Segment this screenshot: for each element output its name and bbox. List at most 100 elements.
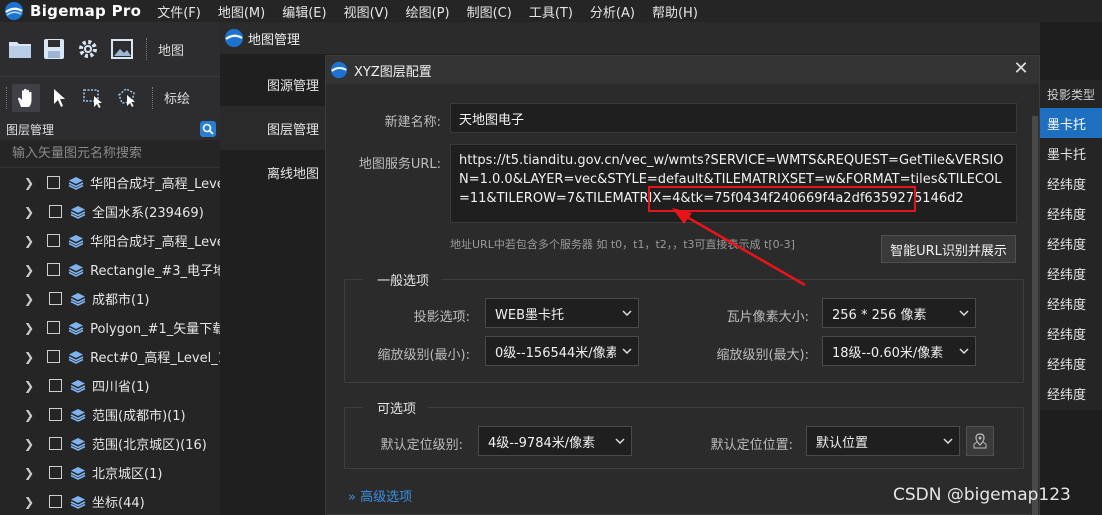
save-button[interactable] xyxy=(40,35,68,63)
layer-search-input[interactable] xyxy=(12,146,208,161)
expand-arrow-icon[interactable]: ❯ xyxy=(24,321,34,335)
tile-size-select[interactable]: 256 * 256 像素 xyxy=(822,298,976,328)
default-position-select[interactable]: 默认位置 xyxy=(806,426,960,456)
close-icon[interactable]: ✕ xyxy=(1011,60,1031,80)
projection-type-cell[interactable]: 经纬度 xyxy=(1040,258,1102,288)
layer-checkbox[interactable] xyxy=(49,495,62,508)
projection-type-cell[interactable]: 经纬度 xyxy=(1040,288,1102,318)
image-button[interactable] xyxy=(108,35,136,63)
advanced-options-link[interactable]: » 高级选项 xyxy=(348,486,412,505)
polygon-select-button[interactable] xyxy=(114,84,142,112)
layers-icon xyxy=(70,437,86,451)
default-level-select[interactable]: 4级--9784米/像素 xyxy=(478,426,632,456)
layer-tree-item[interactable]: ❯ 北京城区(1) xyxy=(0,458,220,487)
toolbar-plot-label[interactable]: 标绘 xyxy=(164,88,190,107)
save-icon xyxy=(44,39,64,59)
layer-tree-item[interactable]: ❯ 华阳合成圩_高程_Level_ xyxy=(0,226,220,255)
expand-arrow-icon[interactable]: ❯ xyxy=(24,176,34,190)
expand-arrow-icon[interactable]: ❯ xyxy=(24,350,34,364)
layer-checkbox[interactable] xyxy=(47,350,61,363)
layer-tree-item[interactable]: ❯ 华阳合成圩_高程_Level_ xyxy=(0,168,220,197)
layers-icon xyxy=(68,321,84,335)
expand-arrow-icon[interactable]: ❯ xyxy=(24,408,36,422)
default-position-label: 默认定位位置: xyxy=(710,438,793,453)
name-label: 新建名称: xyxy=(384,115,441,130)
menu-analysis[interactable]: 分析(A) xyxy=(590,2,635,21)
layer-tree-item[interactable]: ❯ 范围(北京城区)(16) xyxy=(0,429,220,458)
nav-offline-map[interactable]: 离线地图 xyxy=(220,150,326,194)
layer-checkbox[interactable] xyxy=(49,292,62,305)
layer-checkbox[interactable] xyxy=(49,379,62,392)
layer-name: 坐标(44) xyxy=(92,496,145,511)
pan-tool-button[interactable] xyxy=(12,83,40,112)
layer-checkbox[interactable] xyxy=(49,437,62,450)
menu-map[interactable]: 地图(M) xyxy=(218,2,265,21)
cursor-arrow-icon xyxy=(54,88,65,107)
menu-edit[interactable]: 编辑(E) xyxy=(282,2,326,21)
expand-arrow-icon[interactable]: ❯ xyxy=(24,205,36,219)
layer-checkbox[interactable] xyxy=(47,234,61,247)
layer-tree-item[interactable]: ❯ 四川省(1) xyxy=(0,371,220,400)
expand-arrow-icon[interactable]: ❯ xyxy=(24,234,34,248)
settings-button[interactable] xyxy=(74,35,102,63)
projection-type-cell[interactable]: 经纬度 xyxy=(1040,348,1102,378)
layer-search-button[interactable] xyxy=(200,121,216,137)
pick-location-button[interactable] xyxy=(966,426,994,456)
projection-type-cell[interactable]: 经纬度 xyxy=(1040,228,1102,258)
expand-arrow-icon[interactable]: ❯ xyxy=(24,437,36,451)
layer-checkbox[interactable] xyxy=(49,466,62,479)
expand-arrow-icon[interactable]: ❯ xyxy=(24,379,36,393)
projection-type-column: 投影类型 墨卡托 墨卡托 经纬度 经纬度 经纬度 经纬度 经纬度 经纬度 经纬度… xyxy=(1040,80,1102,410)
menu-help[interactable]: 帮助(H) xyxy=(652,2,698,21)
open-folder-button[interactable] xyxy=(6,35,34,63)
layer-name: 北京城区(1) xyxy=(92,467,163,482)
menu-file[interactable]: 文件(F) xyxy=(157,2,201,21)
projection-type-cell[interactable]: 经纬度 xyxy=(1040,378,1102,408)
zoom-max-select[interactable]: 18级--0.60米/像素 xyxy=(822,336,976,366)
layer-name: 全国水系(239469) xyxy=(92,206,204,221)
expand-arrow-icon[interactable]: ❯ xyxy=(24,292,36,306)
expand-arrow-icon[interactable]: ❯ xyxy=(24,495,36,509)
toolbar-map-label[interactable]: 地图 xyxy=(158,40,184,59)
smart-url-button[interactable]: 智能URL识别并展示 xyxy=(881,235,1016,263)
select-tool-button[interactable] xyxy=(46,84,74,112)
chevron-down-icon xyxy=(937,427,959,455)
layer-checkbox[interactable] xyxy=(49,408,62,421)
projection-type-cell[interactable]: 墨卡托 xyxy=(1040,138,1102,168)
layer-checkbox[interactable] xyxy=(47,263,61,276)
layer-checkbox[interactable] xyxy=(47,176,61,189)
bigemap-logo-icon xyxy=(4,1,24,21)
menu-cartography[interactable]: 制图(C) xyxy=(467,2,512,21)
projection-type-cell[interactable]: 经纬度 xyxy=(1040,318,1102,348)
scrollbar-thumb[interactable] xyxy=(1032,116,1038,515)
zoom-min-select-value: 0级--156544米/像素 xyxy=(495,345,616,361)
menu-draw[interactable]: 绘图(P) xyxy=(406,2,450,21)
projection-type-cell[interactable]: 墨卡托 xyxy=(1040,108,1102,138)
expand-arrow-icon[interactable]: ❯ xyxy=(24,263,34,277)
nav-source-management[interactable]: 图源管理 xyxy=(220,62,326,106)
menu-view[interactable]: 视图(V) xyxy=(344,2,389,21)
menu-tools[interactable]: 工具(T) xyxy=(529,2,573,21)
expand-arrow-icon[interactable]: ❯ xyxy=(24,466,36,480)
projection-type-cell[interactable]: 经纬度 xyxy=(1040,168,1102,198)
zoom-min-label: 缩放级别(最小): xyxy=(377,348,470,363)
zoom-min-select[interactable]: 0级--156544米/像素 xyxy=(485,336,639,366)
dialog-scrollbar[interactable] xyxy=(1031,116,1039,515)
layer-checkbox[interactable] xyxy=(47,321,61,334)
layer-tree: ❯ 华阳合成圩_高程_Level_ ❯ 全国水系(239469) ❯ 华阳合成圩_高程… xyxy=(0,168,220,515)
layer-tree-item[interactable]: ❯ Polygon_#1_矢量下载 xyxy=(0,313,220,342)
layer-tree-item[interactable]: ❯ Rectangle_#3_电子地图 xyxy=(0,255,220,284)
layer-tree-item[interactable]: ❯ 坐标(44) xyxy=(0,487,220,515)
layer-tree-item[interactable]: ❯ 全国水系(239469) xyxy=(0,197,220,226)
layer-tree-item[interactable]: ❯ 成都市(1) xyxy=(0,284,220,313)
box-select-button[interactable] xyxy=(80,84,108,112)
layer-tree-item[interactable]: ❯ 范围(成都市)(1) xyxy=(0,400,220,429)
projection-type-cell[interactable]: 经纬度 xyxy=(1040,198,1102,228)
url-label: 地图服务URL: xyxy=(358,157,441,172)
layers-icon xyxy=(70,379,86,393)
name-input[interactable] xyxy=(450,103,1017,133)
projection-select[interactable]: WEB墨卡托 xyxy=(485,298,639,328)
nav-layer-management[interactable]: 图层管理 xyxy=(220,106,326,150)
layer-checkbox[interactable] xyxy=(49,205,62,218)
layer-tree-item[interactable]: ❯ Rect#0_高程_Level_15 xyxy=(0,342,220,371)
